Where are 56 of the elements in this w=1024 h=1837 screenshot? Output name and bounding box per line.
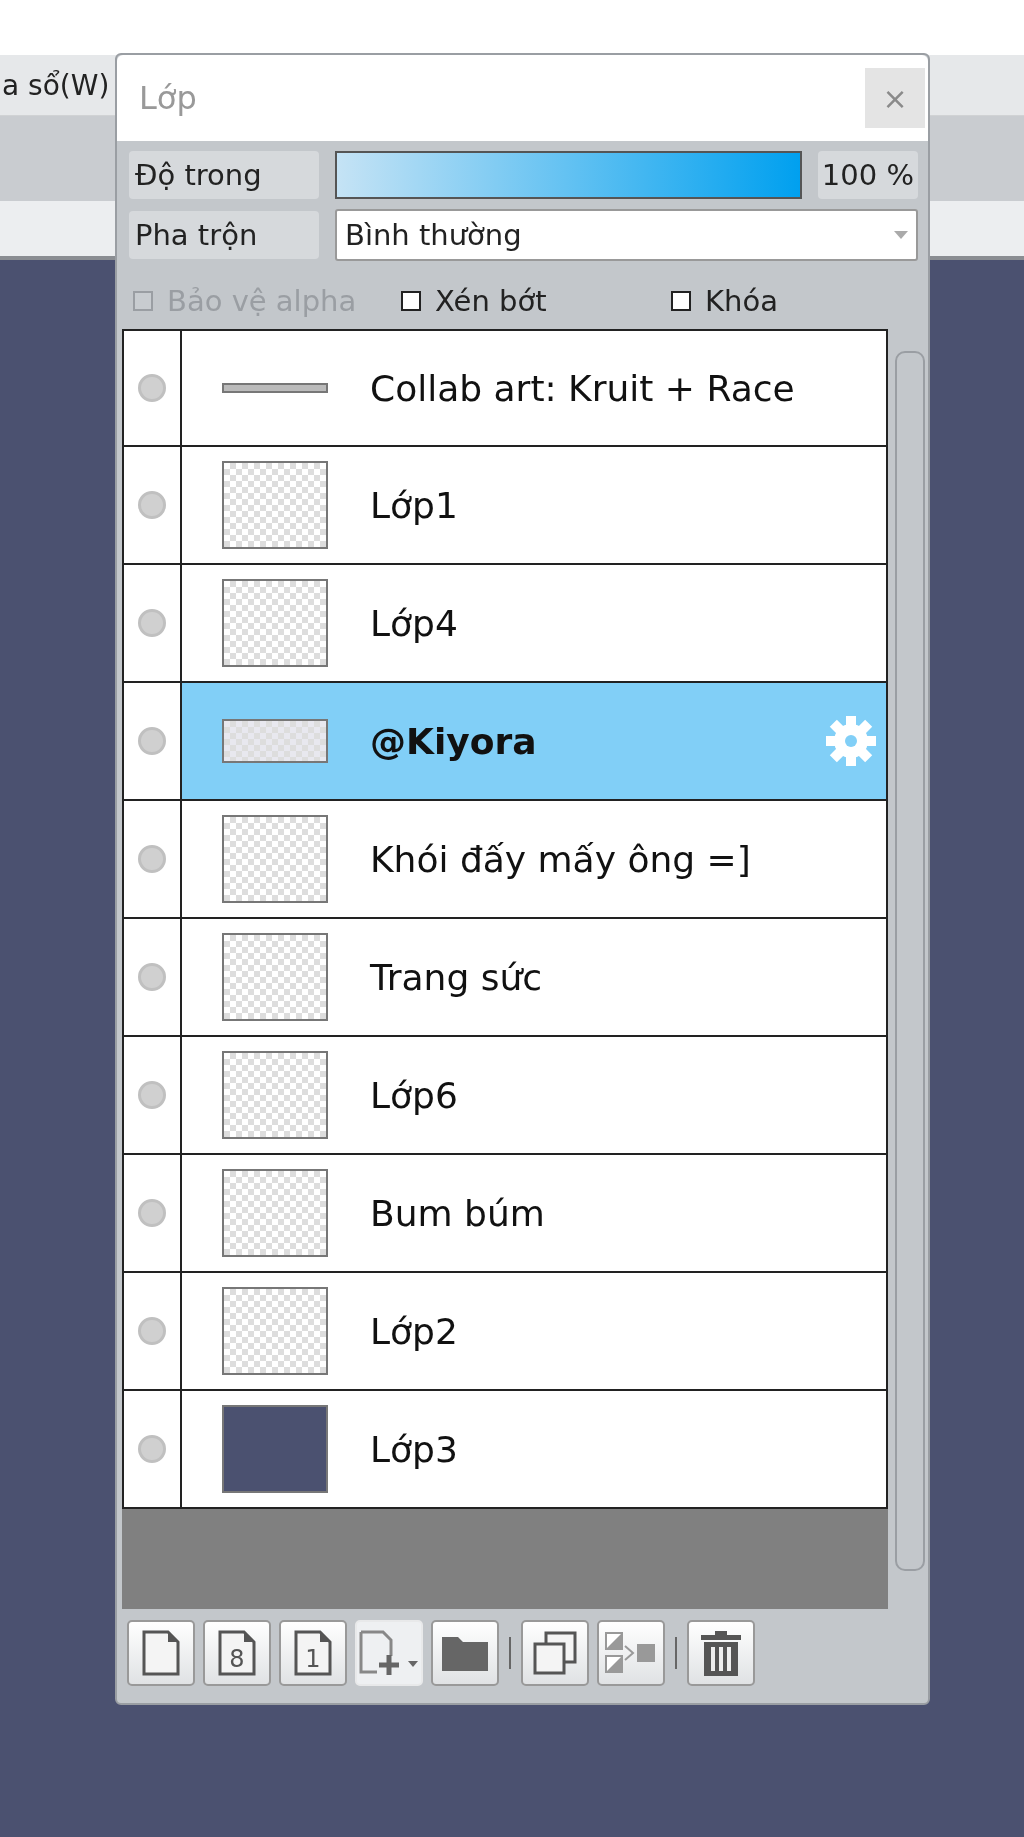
layer-row[interactable]: @Kiyora bbox=[122, 683, 889, 801]
numbered-page-icon: 1 bbox=[293, 1629, 333, 1677]
copy-icon bbox=[532, 1630, 578, 1676]
panel-title: Lớp bbox=[139, 79, 197, 117]
gear-icon[interactable] bbox=[824, 714, 879, 768]
visibility-dot-icon[interactable] bbox=[138, 491, 166, 519]
scrollbar-thumb[interactable] bbox=[895, 351, 925, 1571]
layer-name: Lớp3 bbox=[370, 1428, 458, 1470]
layer-name: Lớp2 bbox=[370, 1310, 458, 1352]
numbered-page-button[interactable]: 8 bbox=[203, 1620, 271, 1686]
trash-button[interactable] bbox=[687, 1620, 755, 1686]
visibility-dot-icon[interactable] bbox=[138, 1317, 166, 1345]
blend-dropdown[interactable]: Bình thường bbox=[335, 209, 918, 261]
layer-name: Trang sức bbox=[370, 956, 543, 998]
option-checkbox[interactable]: Xén bớt bbox=[401, 284, 671, 318]
opacity-label: Độ trong bbox=[129, 151, 319, 199]
visibility-dot-icon[interactable] bbox=[138, 727, 166, 755]
menu-item[interactable]: a sổ(W) bbox=[2, 68, 110, 102]
layer-row[interactable]: Lớp1 bbox=[122, 447, 889, 565]
layer-name: Lớp6 bbox=[370, 1074, 458, 1116]
layer-row[interactable]: Khói đấy mấy ông =] bbox=[122, 801, 889, 919]
visibility-dot-icon[interactable] bbox=[138, 845, 166, 873]
new-menu-button[interactable] bbox=[355, 1620, 423, 1686]
visibility-dot-icon[interactable] bbox=[138, 374, 166, 402]
blend-label: Pha trộn bbox=[129, 211, 319, 259]
layer-name: Lớp1 bbox=[370, 484, 458, 526]
opacity-value: 100 % bbox=[817, 151, 918, 199]
visibility-dot-icon[interactable] bbox=[138, 963, 166, 991]
option-checkbox[interactable]: Khóa bbox=[671, 284, 778, 318]
layer-name: Khói đấy mấy ông =] bbox=[370, 838, 751, 880]
visibility-dot-icon[interactable] bbox=[138, 1081, 166, 1109]
numbered-page-icon: 8 bbox=[217, 1629, 257, 1677]
layer-name: @Kiyora bbox=[370, 720, 537, 762]
copy-button[interactable] bbox=[521, 1620, 589, 1686]
layer-row[interactable]: Bum búm bbox=[122, 1155, 889, 1273]
layer-row[interactable]: Collab art: Kruit + Race bbox=[122, 329, 889, 447]
layer-row[interactable]: Lớp6 bbox=[122, 1037, 889, 1155]
new-page-plus-icon bbox=[358, 1629, 420, 1677]
layer-row[interactable]: Lớp2 bbox=[122, 1273, 889, 1391]
layer-name: Collab art: Kruit + Race bbox=[370, 367, 795, 409]
layer-row[interactable]: Trang sức bbox=[122, 919, 889, 1037]
numbered-page-button[interactable]: 1 bbox=[279, 1620, 347, 1686]
folder-button[interactable] bbox=[431, 1620, 499, 1686]
merge-button[interactable] bbox=[597, 1620, 665, 1686]
layer-name: Bum búm bbox=[370, 1192, 545, 1234]
layer-name: Lớp4 bbox=[370, 602, 458, 644]
page-icon bbox=[141, 1629, 181, 1677]
visibility-dot-icon[interactable] bbox=[138, 1435, 166, 1463]
visibility-dot-icon[interactable] bbox=[138, 609, 166, 637]
dropdown-caret-icon bbox=[894, 231, 908, 239]
opacity-slider[interactable] bbox=[335, 151, 802, 199]
trash-icon bbox=[698, 1628, 744, 1678]
visibility-dot-icon[interactable] bbox=[138, 1199, 166, 1227]
layer-row[interactable]: Lớp4 bbox=[122, 565, 889, 683]
page-button[interactable] bbox=[127, 1620, 195, 1686]
layer-row[interactable]: Lớp3 bbox=[122, 1391, 889, 1509]
